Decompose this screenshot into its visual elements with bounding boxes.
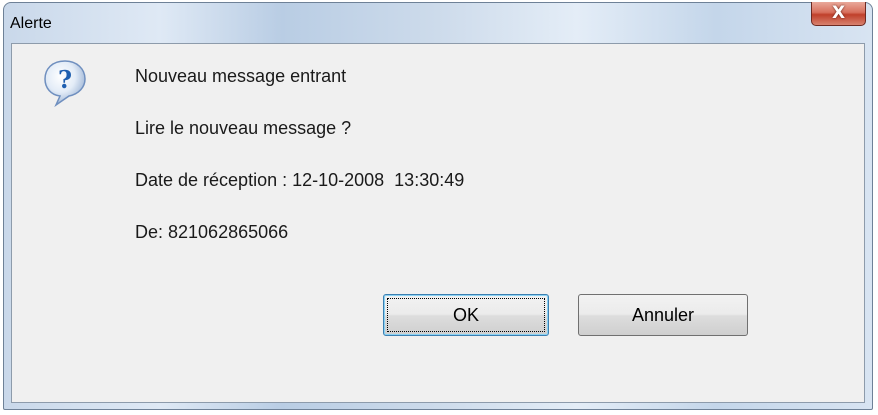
cancel-button[interactable]: Annuler: [578, 294, 748, 336]
message-line-sender: De: 821062865066: [135, 222, 289, 242]
close-icon: X: [831, 3, 846, 23]
question-icon: ?: [42, 58, 88, 108]
focus-ring: [387, 298, 545, 332]
cancel-button-label: Annuler: [631, 304, 695, 325]
message-line-received-date: Date de réception : 12-10-2008 13:30:49: [135, 170, 465, 190]
window-title: Alerte: [10, 15, 52, 32]
ok-button[interactable]: OK: [383, 294, 549, 336]
dialog-content: ? Nouveau message entrant Lire le nouvea…: [11, 43, 865, 403]
svg-text:?: ?: [58, 65, 72, 94]
title-bar[interactable]: Alerte X: [4, 2, 872, 43]
message-line-new-message: Nouveau message entrant: [135, 66, 347, 86]
close-button[interactable]: X: [811, 2, 866, 26]
message-line-read-question: Lire le nouveau message ?: [135, 118, 352, 138]
alert-dialog-window: Alerte X ? Nouveau message entrant Lire …: [3, 2, 873, 410]
